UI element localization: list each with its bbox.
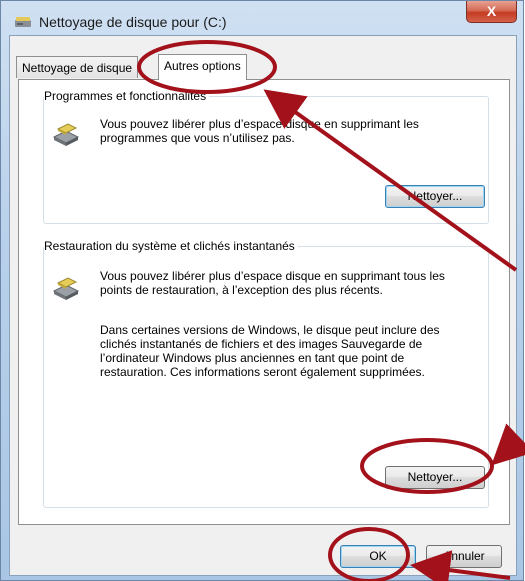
- tab-more-options[interactable]: Autres options: [158, 54, 247, 80]
- drive-icon: [52, 123, 80, 146]
- programs-group-title: Programmes et fonctionnalités: [44, 89, 210, 103]
- shadow-copies-description: Dans certaines versions de Windows, le d…: [100, 323, 440, 379]
- cancel-button[interactable]: Annuler: [426, 545, 502, 568]
- drive-icon: [52, 277, 80, 300]
- programs-group: Programmes et fonctionnalités Vous pouve…: [43, 89, 489, 224]
- disk-cleanup-icon: [15, 17, 31, 27]
- programs-clean-button[interactable]: Nettoyer...: [385, 185, 485, 208]
- dialog-body: Nettoyage de disque Autres options Progr…: [9, 35, 517, 576]
- title-bar[interactable]: Nettoyage de disque pour (C:) X: [1, 1, 523, 35]
- tab-disk-cleanup[interactable]: Nettoyage de disque: [16, 56, 139, 78]
- ok-button[interactable]: OK: [340, 545, 416, 568]
- window-title: Nettoyage de disque pour (C:): [39, 14, 227, 30]
- restore-description: Vous pouvez libérer plus d’espace disque…: [100, 269, 445, 297]
- disk-cleanup-window: Nettoyage de disque pour (C:) X Nettoyag…: [0, 0, 524, 581]
- programs-description: Vous pouvez libérer plus d’espace disque…: [100, 117, 419, 145]
- close-icon: X: [486, 3, 497, 19]
- restore-group: Restauration du système et clichés insta…: [43, 239, 489, 508]
- restore-group-title: Restauration du système et clichés insta…: [44, 239, 298, 253]
- tab-panel: Programmes et fonctionnalités Vous pouve…: [18, 79, 510, 525]
- restore-clean-button[interactable]: Nettoyer...: [385, 466, 485, 489]
- close-button[interactable]: X: [466, 1, 517, 23]
